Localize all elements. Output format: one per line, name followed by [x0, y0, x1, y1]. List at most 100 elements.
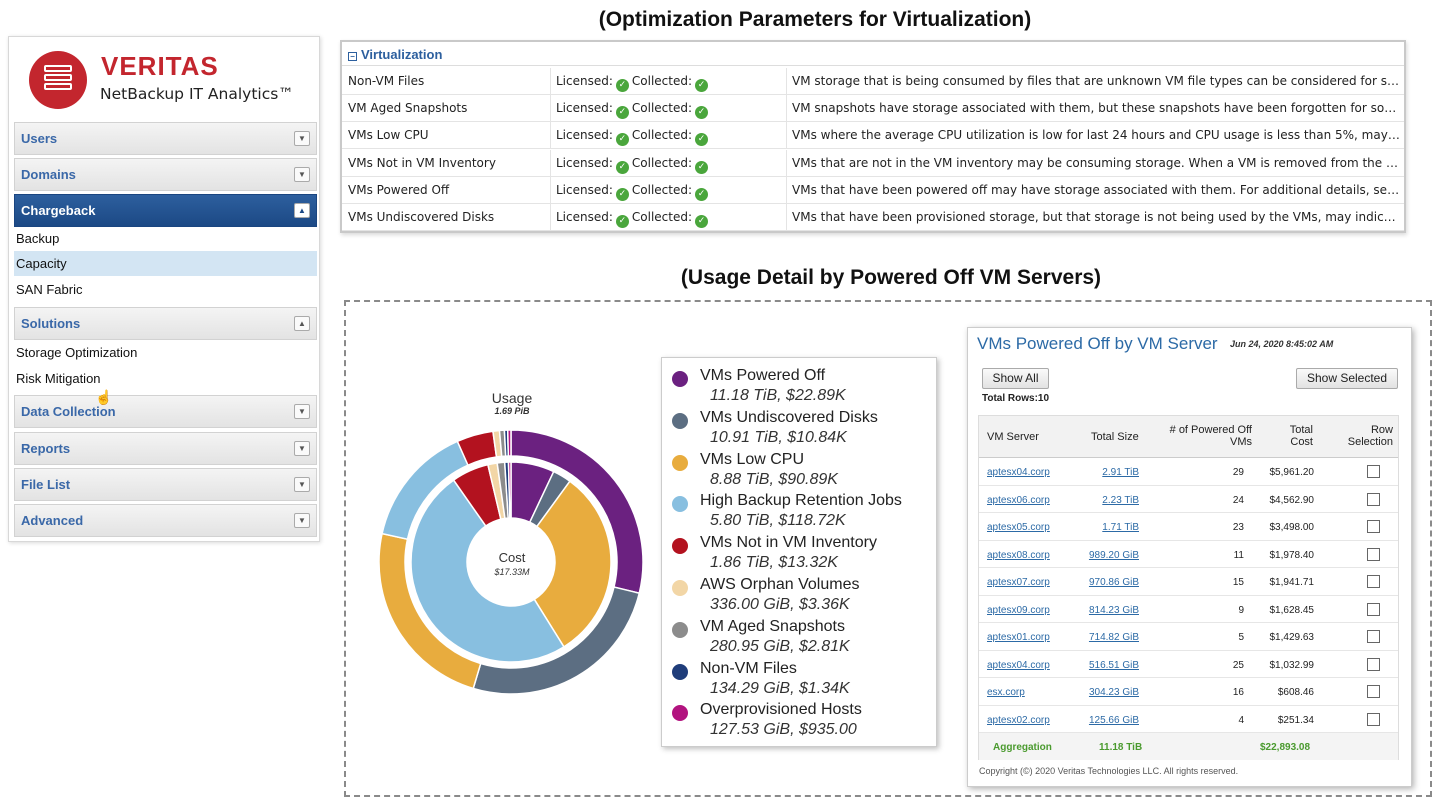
sidebar-section-label: Reports	[21, 441, 71, 456]
powered-off-count: 24	[1232, 494, 1244, 506]
hand-cursor-icon: ☝	[95, 389, 113, 405]
total-size-link[interactable]: 714.82 GiB	[1089, 632, 1139, 643]
copyright-text: Copyright (©) 2020 Veritas Technologies …	[979, 766, 1239, 776]
row-selection-checkbox[interactable]	[1367, 685, 1380, 698]
total-size-link[interactable]: 125.66 GiB	[1089, 715, 1139, 726]
sidebar-item-backup[interactable]: Backup	[14, 226, 317, 251]
sidebar-section-data-collection[interactable]: Data Collection ▼	[14, 395, 317, 428]
legend-item[interactable]: Non-VM Files 134.29 GiB, $1.34K	[672, 659, 934, 701]
expand-icon[interactable]: ▼	[294, 404, 310, 419]
legend-item[interactable]: AWS Orphan Volumes 336.00 GiB, $3.36K	[672, 575, 934, 617]
vm-server-link[interactable]: aptesx05.corp	[987, 522, 1050, 533]
virtualization-row[interactable]: VMs Not in VM Inventory Licensed: ✓ Collect…	[342, 149, 1404, 177]
legend-value: 127.53 GiB, $935.00	[710, 721, 857, 739]
legend-item[interactable]: High Backup Retention Jobs 5.80 TiB, $118…	[672, 491, 934, 533]
virtualization-header[interactable]: − Virtualization	[342, 42, 1404, 66]
powered-off-count: 11	[1233, 549, 1244, 561]
expand-icon[interactable]: ▼	[294, 477, 310, 492]
sidebar-item-risk-mitigation[interactable]: Risk Mitigation	[14, 366, 317, 391]
vm-server-link[interactable]: aptesx02.corp	[987, 715, 1050, 726]
parameter-description: VM storage that is being consumed by fil…	[792, 74, 1400, 88]
collapse-icon[interactable]: ▲	[294, 316, 310, 331]
sidebar-section-reports[interactable]: Reports ▼	[14, 432, 317, 465]
table-row: aptesx06.corp 2.23 TiB 24 $4,562.90	[979, 486, 1398, 513]
sidebar-section-file-list[interactable]: File List ▼	[14, 468, 317, 501]
sidebar-section-advanced[interactable]: Advanced ▼	[14, 504, 317, 537]
total-size-link[interactable]: 1.71 TiB	[1102, 522, 1139, 533]
collapse-icon[interactable]: ▲	[294, 203, 310, 218]
vm-server-link[interactable]: aptesx09.corp	[987, 605, 1050, 616]
collapse-icon[interactable]: −	[348, 52, 357, 61]
virtualization-row[interactable]: VMs Undiscovered Disks Licensed: ✓ Collecte…	[342, 204, 1404, 231]
parameter-description: VMs that are not in the VM inventory may…	[792, 155, 1400, 170]
legend-label: VMs Undiscovered Disks	[700, 408, 878, 426]
total-size-link[interactable]: 516.51 GiB	[1089, 660, 1139, 671]
legend-value: 280.95 GiB, $2.81K	[710, 637, 850, 655]
virtualization-row[interactable]: VMs Low CPU Licensed: ✓ Collected: ✓ VMs wher…	[342, 122, 1404, 150]
usage-slice-overprovisioned-hosts[interactable]	[506, 429, 512, 457]
row-selection-checkbox[interactable]	[1367, 630, 1380, 643]
total-size-link[interactable]: 814.23 GiB	[1089, 605, 1139, 616]
sidebar-section-label: File List	[21, 477, 71, 492]
license-status: Licensed: ✓ Collected: ✓	[556, 128, 711, 147]
total-cost: $608.46	[1277, 687, 1314, 698]
virtualization-row[interactable]: Non-VM Files Licensed: ✓ Collected: ✓ VM stor…	[342, 68, 1404, 95]
show-all-button[interactable]: Show All	[982, 368, 1049, 389]
collected-label: Collected:	[631, 74, 693, 88]
legend-label: High Backup Retention Jobs	[700, 492, 902, 510]
vm-server-link[interactable]: aptesx04.corp	[987, 660, 1050, 671]
table-row: aptesx02.corp 125.66 GiB 4 $251.34	[979, 706, 1398, 733]
row-selection-checkbox[interactable]	[1367, 712, 1380, 726]
sidebar-section-chargeback[interactable]: Chargeback ▲	[14, 194, 317, 227]
sidebar-item-san-fabric[interactable]: SAN Fabric	[14, 277, 317, 302]
expand-icon[interactable]: ▼	[294, 131, 310, 146]
licensed-label: Licensed:	[556, 182, 613, 197]
row-selection-checkbox[interactable]	[1367, 492, 1380, 506]
powered-off-count: 5	[1238, 632, 1244, 643]
row-selection-checkbox[interactable]	[1367, 547, 1380, 561]
legend-item[interactable]: VMs Not in VM Inventory 1.86 TiB, $13.32K	[672, 533, 934, 575]
sidebar-section-users[interactable]: Users ▼	[14, 122, 317, 155]
vm-server-link[interactable]: aptesx01.corp	[987, 632, 1050, 643]
legend-item[interactable]: Overprovisioned Hosts 127.53 GiB, $935.00	[672, 700, 934, 742]
sidebar-item-capacity[interactable]: Capacity	[14, 251, 317, 276]
cost-ring-label: Cost	[498, 550, 526, 565]
usage-ring-total: 1.69 PiB	[494, 406, 530, 416]
legend-item[interactable]: VMs Powered Off 11.18 TiB, $22.89K	[672, 366, 934, 408]
expand-icon[interactable]: ▼	[294, 441, 310, 456]
product-name: NetBackup IT Analytics™	[100, 85, 294, 103]
sidebar-section-domains[interactable]: Domains ▼	[14, 158, 317, 191]
check-icon: ✓	[695, 187, 709, 201]
parameter-description: VMs where the average CPU utilization is…	[792, 128, 1400, 143]
total-size-link[interactable]: 989.20 GiB	[1089, 550, 1139, 561]
total-size-link[interactable]: 2.91 TiB	[1102, 467, 1139, 478]
row-selection-checkbox[interactable]	[1367, 520, 1380, 533]
vm-server-link[interactable]: aptesx04.corp	[987, 467, 1050, 478]
total-cost: $1,032.99	[1269, 659, 1315, 671]
show-selected-button[interactable]: Show Selected	[1296, 368, 1398, 389]
legend-item[interactable]: VMs Undiscovered Disks 10.91 TiB, $10.84K	[672, 408, 934, 450]
virtualization-row[interactable]: VM Aged Snapshots Licensed: ✓ Collected: ✓ VM…	[342, 95, 1404, 123]
legend-value: 134.29 GiB, $1.34K	[710, 679, 850, 697]
total-size-link[interactable]: 970.86 GiB	[1089, 577, 1139, 588]
legend-item[interactable]: VMs Low CPU 8.88 TiB, $90.89K	[672, 450, 934, 492]
check-icon: ✓	[695, 133, 709, 147]
vm-server-link[interactable]: aptesx07.corp	[987, 577, 1050, 588]
vm-server-link[interactable]: esx.corp	[987, 687, 1025, 698]
expand-icon[interactable]: ▼	[294, 167, 310, 182]
total-size-link[interactable]: 304.23 GiB	[1089, 687, 1139, 698]
sidebar-item-storage-optimization[interactable]: Storage Optimization	[14, 340, 317, 365]
vm-server-link[interactable]: aptesx06.corp	[987, 495, 1050, 506]
vm-server-link[interactable]: aptesx08.corp	[987, 550, 1050, 561]
virtualization-row[interactable]: VMs Powered Off Licensed: ✓ Collected: ✓ VMs …	[342, 176, 1404, 204]
total-size-link[interactable]: 2.23 TiB	[1102, 495, 1139, 506]
row-selection-checkbox[interactable]	[1367, 602, 1380, 616]
legend-value: 8.88 TiB, $90.89K	[710, 470, 838, 488]
legend-item[interactable]: VM Aged Snapshots 280.95 GiB, $2.81K	[672, 617, 934, 659]
sidebar-section-solutions[interactable]: Solutions ▲	[14, 307, 317, 340]
total-rows-label: Total Rows:10	[982, 393, 1050, 404]
expand-icon[interactable]: ▼	[294, 513, 310, 528]
row-selection-checkbox[interactable]	[1367, 575, 1380, 588]
row-selection-checkbox[interactable]	[1367, 465, 1380, 478]
row-selection-checkbox[interactable]	[1367, 657, 1380, 671]
